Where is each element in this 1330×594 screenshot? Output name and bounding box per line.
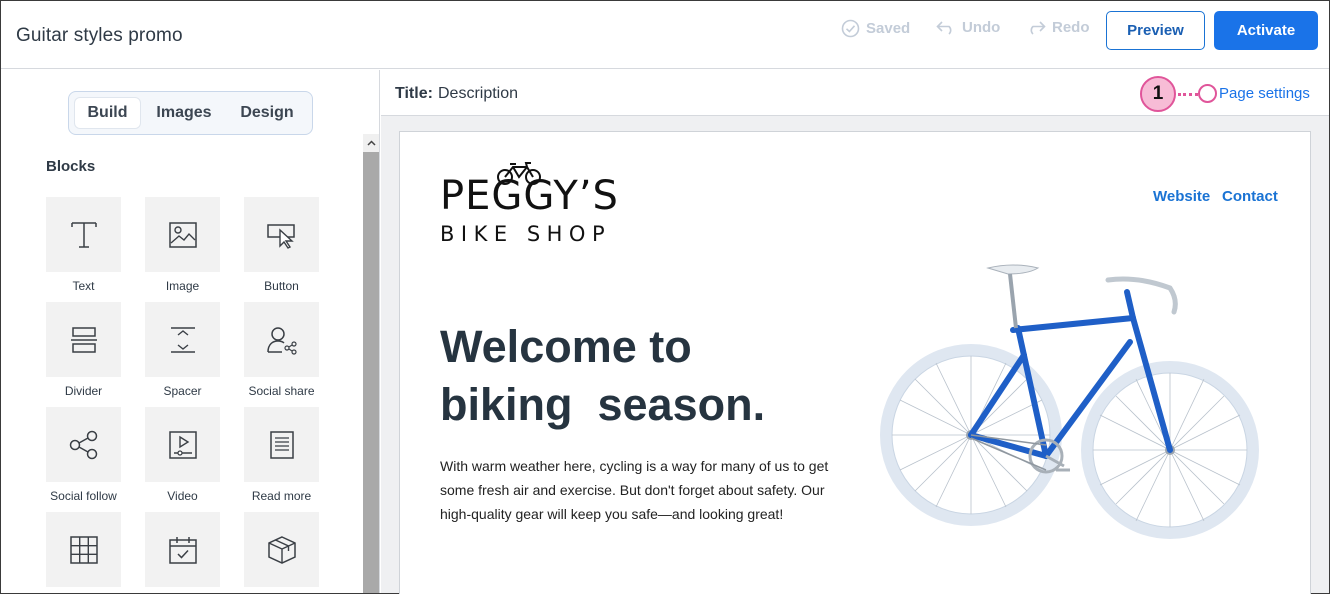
block-divider[interactable]: Divider [46, 302, 121, 398]
undo-label: Undo [962, 19, 1001, 36]
top-bar: Guitar styles promo Saved Undo Redo Prev… [1, 1, 1329, 69]
redo-label: Redo [1052, 19, 1090, 36]
headline-line-2: biking season. [440, 379, 766, 430]
shop-logo: PEGGY’S BIKE SHOP [440, 162, 619, 246]
tab-design[interactable]: Design [229, 98, 305, 128]
logo-subtitle: BIKE SHOP [440, 222, 612, 246]
redo-button[interactable]: Redo [1026, 19, 1090, 36]
scroll-up-arrow[interactable] [363, 134, 379, 152]
callout-connector [1178, 93, 1198, 96]
table-icon [69, 535, 98, 564]
panel-scrollbar[interactable] [363, 134, 379, 593]
block-social-follow[interactable]: Social follow [46, 407, 121, 503]
document-title: Guitar styles promo [16, 25, 183, 46]
redo-icon [1030, 20, 1046, 35]
video-icon [168, 430, 197, 459]
button-icon [266, 223, 295, 249]
block-spacer[interactable]: Spacer [145, 302, 220, 398]
saved-status: Saved [841, 19, 910, 38]
title-value[interactable]: Description [438, 85, 518, 103]
read-more-icon [269, 430, 294, 459]
social-share-icon [266, 326, 297, 355]
email-preview: PEGGY’S BIKE SHOP Website Contact Welcom… [399, 131, 1311, 594]
tab-build[interactable]: Build [75, 98, 140, 128]
divider-icon [70, 326, 97, 353]
contact-link[interactable]: Contact [1222, 188, 1278, 205]
left-panel: Build Images Design Blocks Text Image Bu… [1, 70, 380, 593]
callout-badge: 1 [1140, 76, 1176, 112]
preview-button[interactable]: Preview [1106, 11, 1205, 50]
spacer-icon [170, 326, 195, 353]
block-read-more[interactable]: Read more [244, 407, 319, 503]
headline[interactable]: Welcome to biking season. [440, 318, 840, 434]
editor-canvas: Title: Description 1 Page settings PEGGY… [381, 70, 1329, 594]
headline-line-1: Welcome to [440, 321, 692, 372]
block-table[interactable] [46, 512, 121, 587]
blocks-heading: Blocks [46, 158, 96, 175]
block-calendar[interactable] [145, 512, 220, 587]
check-circle-icon [841, 19, 860, 38]
image-icon [168, 221, 197, 248]
block-image[interactable]: Image [145, 197, 220, 293]
chevron-up-icon [367, 140, 376, 146]
panel-tabs: Build Images Design [68, 91, 313, 135]
social-follow-icon [69, 430, 97, 459]
page-settings-link[interactable]: Page settings [1219, 85, 1310, 102]
block-text[interactable]: Text [46, 197, 121, 293]
block-product[interactable] [244, 512, 319, 587]
title-label: Title: [395, 85, 433, 102]
calendar-icon [168, 536, 197, 564]
undo-icon [936, 20, 952, 35]
block-social-share[interactable]: Social share [244, 302, 319, 398]
bicycle-logo-icon [497, 162, 541, 185]
bicycle-image[interactable] [878, 260, 1278, 580]
saved-label: Saved [866, 20, 911, 37]
body-copy[interactable]: With warm weather here, cycling is a way… [440, 454, 840, 526]
tab-images[interactable]: Images [149, 98, 219, 128]
block-button[interactable]: Button [244, 197, 319, 293]
undo-button[interactable]: Undo [936, 19, 1000, 36]
website-link[interactable]: Website [1153, 188, 1210, 205]
text-icon [70, 221, 97, 248]
product-box-icon [267, 535, 296, 564]
block-video[interactable]: Video [145, 407, 220, 503]
callout-ring [1198, 84, 1217, 103]
title-bar: Title: Description 1 Page settings [381, 70, 1329, 116]
activate-button[interactable]: Activate [1214, 11, 1318, 50]
